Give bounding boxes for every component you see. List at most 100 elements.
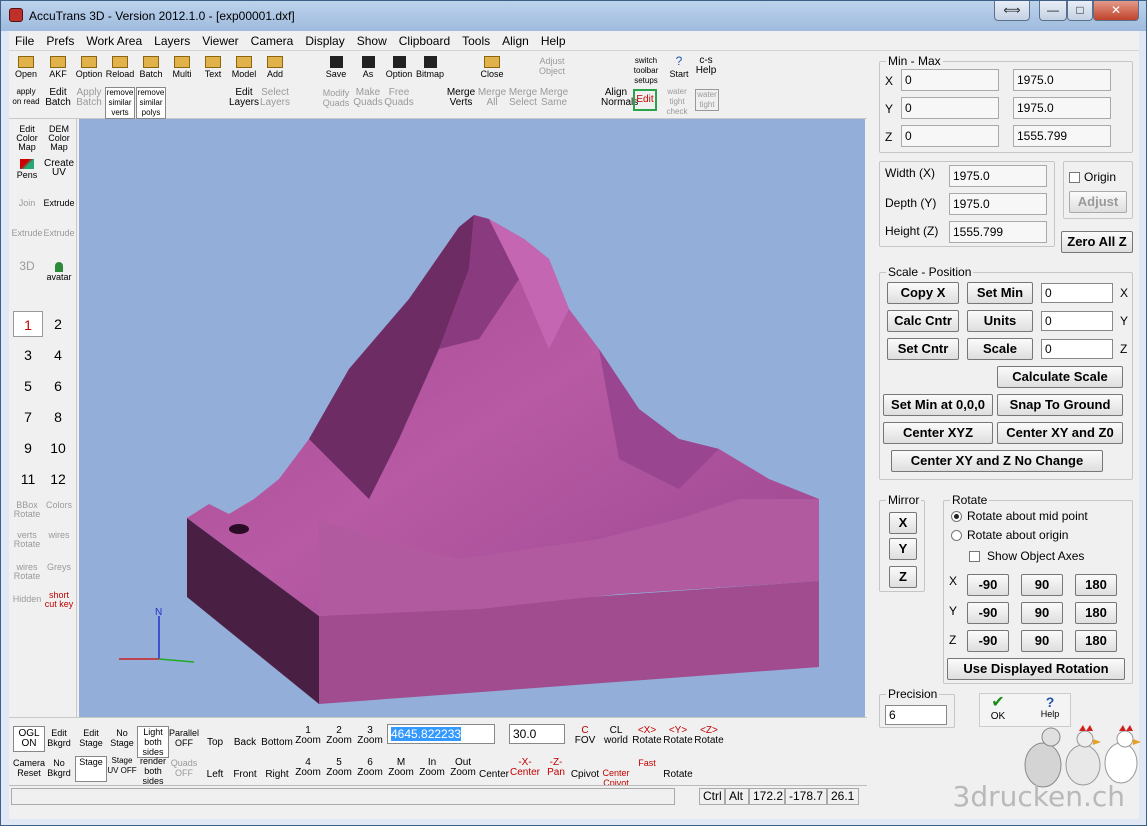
view-slot-9[interactable]: 9 <box>13 435 43 461</box>
edit-color-map-button[interactable]: Edit Color Map <box>11 125 43 152</box>
rotate-mid-radio[interactable] <box>951 511 962 522</box>
no-stage-button[interactable]: No Stage <box>106 728 138 748</box>
menu-viewer[interactable]: Viewer <box>196 31 244 51</box>
center-cpivot-button[interactable]: Fast <box>631 758 663 768</box>
zoom-value-input[interactable]: 4645.822233 <box>387 724 495 744</box>
merge-select-button[interactable]: Merge Select <box>508 88 538 108</box>
view-slot-11[interactable]: 11 <box>13 466 43 492</box>
rotate-x-button[interactable]: <X> Rotate <box>631 726 663 746</box>
3d-viewport[interactable]: N <box>79 119 865 717</box>
rot-z-m90-button[interactable]: -90 <box>967 630 1009 652</box>
view-slot-7[interactable]: 7 <box>13 404 43 430</box>
adjust-object-button[interactable]: Adjust Object <box>537 56 567 76</box>
modify-quads-button[interactable]: Modify Quads <box>321 88 351 108</box>
scale-z-input[interactable]: 0 <box>1041 339 1113 359</box>
center-xy-z-no-change-button[interactable]: Center XY and Z No Change <box>891 450 1103 472</box>
extrude-button[interactable]: Extrude <box>43 199 75 208</box>
make-quads-button[interactable]: Make Quads <box>353 88 383 108</box>
view-slot-1[interactable]: 1 <box>13 311 43 337</box>
edit-mode-button[interactable]: Edit <box>633 89 657 111</box>
scale-x-input[interactable]: 0 <box>1041 283 1113 303</box>
zoom-m-button[interactable]: M Zoom <box>385 758 417 778</box>
create-uv-button[interactable]: Create UV <box>43 159 75 178</box>
center-xyz-button[interactable]: Center XYZ <box>883 422 993 444</box>
menu-file[interactable]: File <box>9 31 40 51</box>
zoom-5-button[interactable]: 5 Zoom <box>323 758 355 778</box>
view-slot-12[interactable]: 12 <box>43 466 73 492</box>
set-min-000-button[interactable]: Set Min at 0,0,0 <box>883 394 993 416</box>
minimize-button[interactable]: — <box>1039 1 1067 21</box>
ok-button[interactable]: ✔ OK <box>983 695 1013 723</box>
fast-button[interactable]: Rotate <box>662 770 694 780</box>
set-min-button[interactable]: Set Min <box>967 282 1033 304</box>
water-tight-button[interactable]: water tight <box>695 89 719 111</box>
rot-x-180-button[interactable]: 180 <box>1075 574 1117 596</box>
hidden-button[interactable]: Hidden <box>11 595 43 604</box>
rot-z-180-button[interactable]: 180 <box>1075 630 1117 652</box>
view-slot-8[interactable]: 8 <box>43 404 73 430</box>
bitmap-button[interactable]: Bitmap <box>415 56 445 79</box>
view-left-button[interactable]: Left <box>199 770 231 780</box>
extrude-m-button[interactable]: Extrude <box>43 229 75 238</box>
x-min-field[interactable]: 0 <box>901 69 999 91</box>
align-normals-button[interactable]: Align Normals <box>601 88 638 108</box>
view-bottom-button[interactable]: Bottom <box>261 738 293 748</box>
rot-z-90-button[interactable]: 90 <box>1021 630 1063 652</box>
menu-prefs[interactable]: Prefs <box>40 31 80 51</box>
zoom-6-button[interactable]: 6 Zoom <box>354 758 386 778</box>
start-button[interactable]: ? Start <box>664 55 694 79</box>
switch-toolbar-button[interactable]: switch toolbar setups <box>631 56 661 86</box>
text-button[interactable]: Text <box>198 56 228 79</box>
close-file-button[interactable]: Close <box>477 56 507 79</box>
multi-button[interactable]: Multi <box>167 56 197 79</box>
shortcut-key-button[interactable]: short cut key <box>43 591 75 609</box>
merge-verts-button[interactable]: Merge Verts <box>446 88 476 108</box>
apply-on-read-button[interactable]: apply on read <box>11 87 41 107</box>
scale-button[interactable]: Scale <box>967 338 1033 360</box>
center-z-button[interactable]: -Z- Pan <box>540 758 572 778</box>
avatar-button[interactable]: avatar <box>43 262 75 282</box>
stage-uv-off-button[interactable]: Stage UV OFF <box>106 756 138 776</box>
merge-same-button[interactable]: Merge Same <box>539 88 569 108</box>
save-as-button[interactable]: As <box>353 56 383 79</box>
rotate-y-button[interactable]: <Y> Rotate <box>662 726 694 746</box>
restore-size-button[interactable]: ⟺ <box>994 1 1030 21</box>
save-button[interactable]: Save <box>321 56 351 79</box>
copy-x-button[interactable]: Copy X <box>887 282 959 304</box>
adjust-button[interactable]: Adjust <box>1069 191 1127 213</box>
colors-button[interactable]: Colors <box>43 501 75 510</box>
mirror-x-button[interactable]: X <box>889 512 917 534</box>
water-tight-check-button[interactable]: water tight check <box>662 87 692 117</box>
wires-rotate-button[interactable]: wires Rotate <box>11 563 43 581</box>
add-button[interactable]: Add <box>260 56 290 79</box>
batch-button[interactable]: Batch <box>136 56 166 79</box>
view-slot-4[interactable]: 4 <box>43 342 73 368</box>
edit-bkgrd-button[interactable]: Edit Bkgrd <box>43 728 75 748</box>
menu-help[interactable]: Help <box>535 31 572 51</box>
rotate-z-button[interactable]: <Z> Rotate <box>693 726 725 746</box>
cs-help-button[interactable]: c-s Help <box>691 56 721 76</box>
render-both-sides-button[interactable]: render both sides <box>137 756 169 786</box>
quads-off-button[interactable]: Quads OFF <box>168 758 200 778</box>
edit-batch-button[interactable]: Edit Batch <box>43 88 73 108</box>
pens-button[interactable]: Pens <box>11 159 43 180</box>
width-field[interactable]: 1975.0 <box>949 165 1047 187</box>
merge-all-button[interactable]: Merge All <box>477 88 507 108</box>
view-back-button[interactable]: Back <box>229 738 261 748</box>
stage-button[interactable]: Stage <box>75 756 107 782</box>
zoom-in-button[interactable]: In Zoom <box>416 758 448 778</box>
menu-show[interactable]: Show <box>351 31 393 51</box>
rotate-origin-radio[interactable] <box>951 530 962 541</box>
menu-display[interactable]: Display <box>299 31 350 51</box>
camera-reset-button[interactable]: Camera Reset <box>13 758 45 778</box>
calculate-scale-button[interactable]: Calculate Scale <box>997 366 1123 388</box>
view-slot-10[interactable]: 10 <box>43 435 73 461</box>
show-axes-checkbox[interactable] <box>969 551 980 562</box>
center-xy-z0-button[interactable]: Center XY and Z0 <box>997 422 1123 444</box>
menu-layers[interactable]: Layers <box>148 31 196 51</box>
use-displayed-rotation-button[interactable]: Use Displayed Rotation <box>947 658 1125 680</box>
remove-similar-polys-button[interactable]: remove similar polys <box>136 87 166 119</box>
zoom-out-button[interactable]: Out Zoom <box>447 758 479 778</box>
light-both-sides-button[interactable]: Light both sides <box>137 726 169 758</box>
set-cntr-button[interactable]: Set Cntr <box>887 338 959 360</box>
